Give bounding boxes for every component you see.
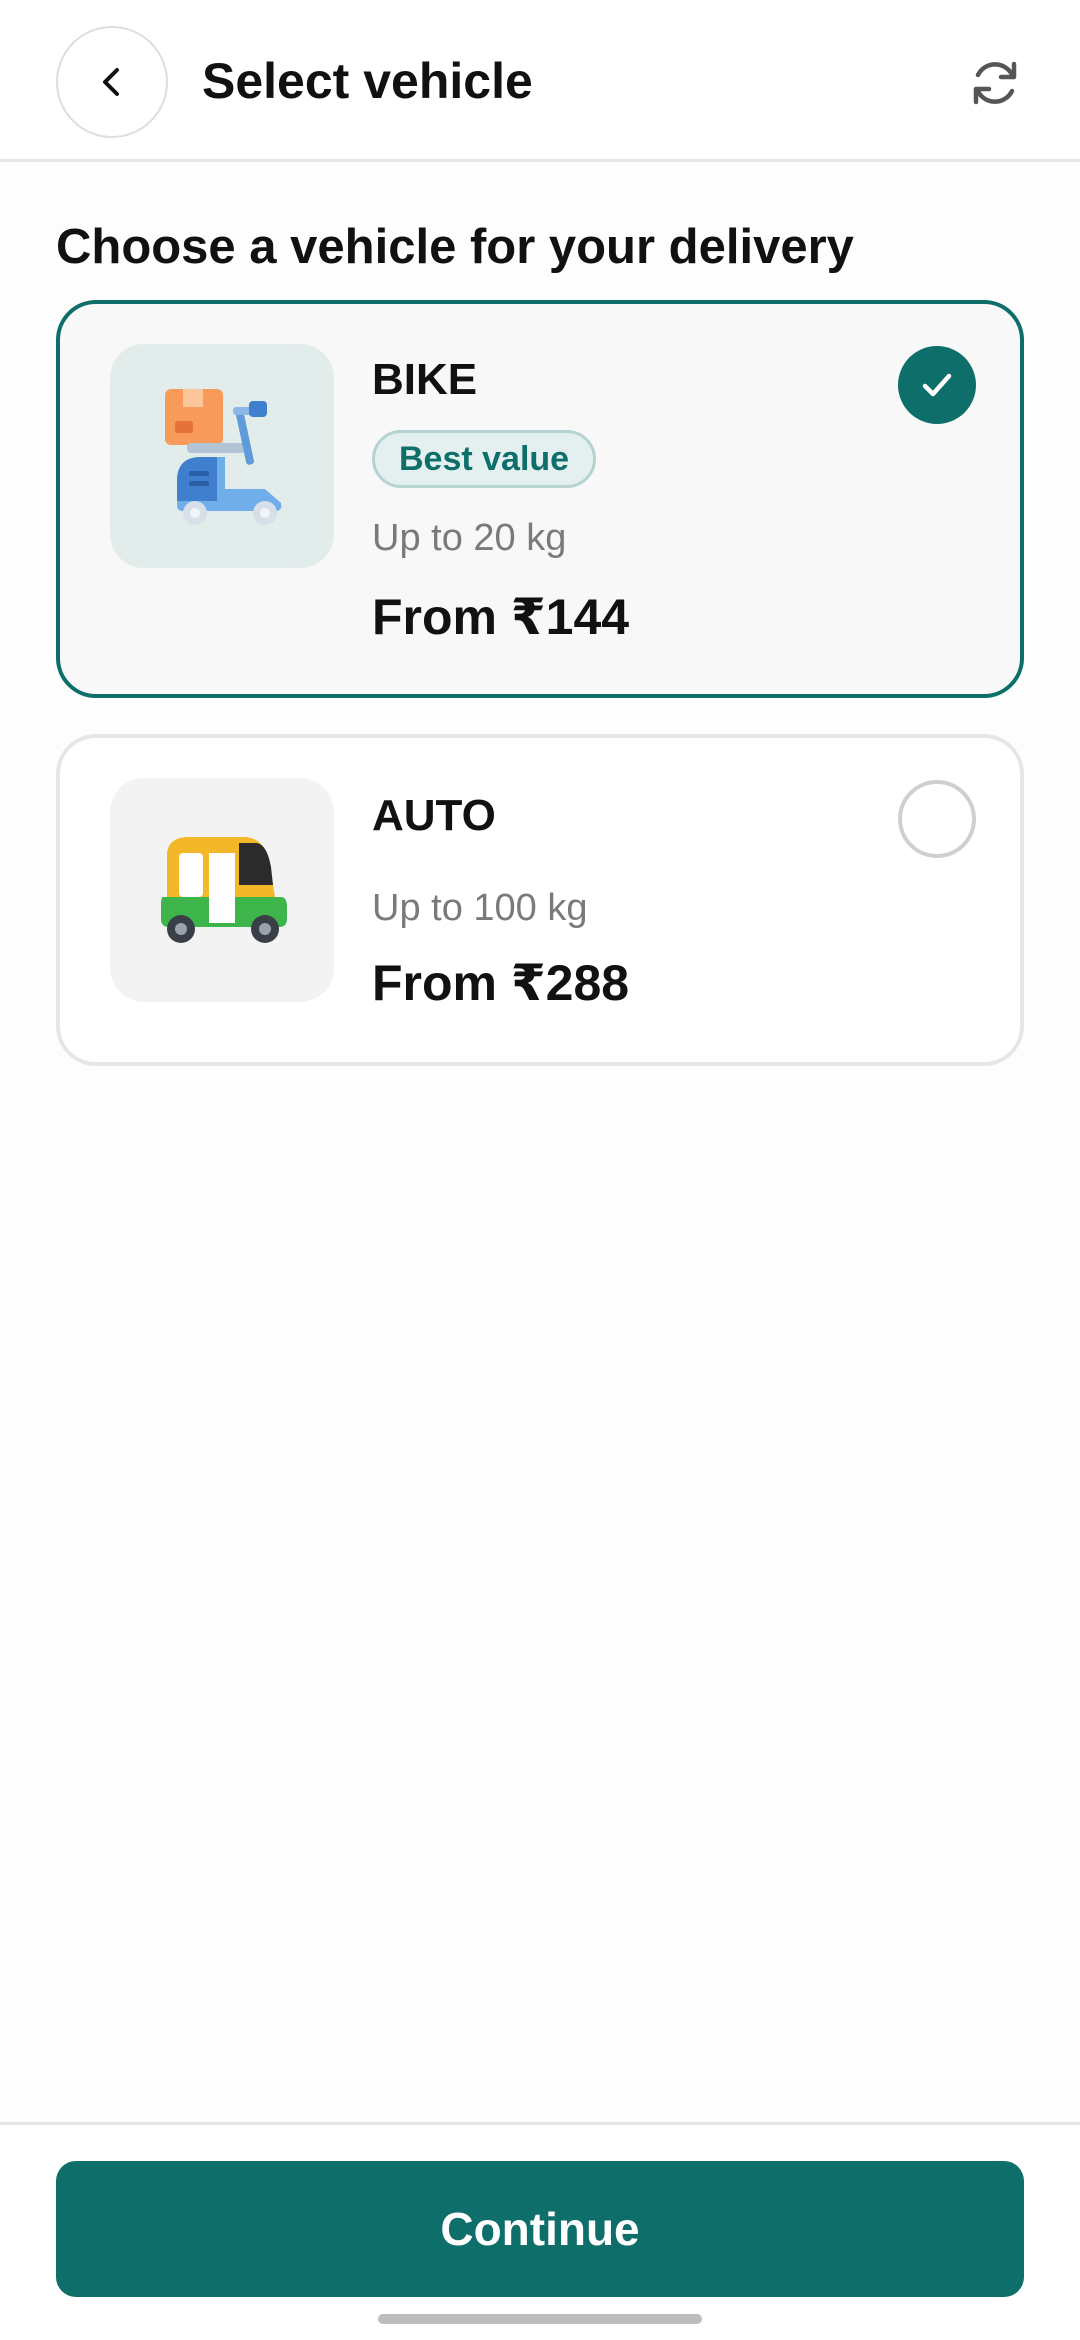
vehicle-name: AUTO bbox=[372, 791, 496, 840]
vehicle-card-auto[interactable]: AUTO Up to 100 kg From ₹288 bbox=[56, 734, 1024, 1066]
vehicle-name: BIKE bbox=[372, 355, 478, 404]
footer-bar: Continue bbox=[0, 2122, 1080, 2340]
page-title: Select vehicle bbox=[202, 53, 533, 109]
vehicle-price: From ₹288 bbox=[372, 955, 630, 1011]
vehicle-capacity: Up to 20 kg bbox=[372, 517, 567, 559]
back-button[interactable] bbox=[56, 26, 168, 138]
refresh-icon bbox=[973, 61, 1017, 105]
home-indicator bbox=[378, 2314, 702, 2324]
unselected-radio[interactable] bbox=[898, 780, 976, 858]
vehicle-thumbnail bbox=[110, 344, 334, 568]
section-title: Choose a vehicle for your delivery bbox=[56, 220, 854, 274]
auto-rickshaw-icon bbox=[161, 837, 287, 943]
continue-button[interactable]: Continue bbox=[56, 2161, 1024, 2297]
vehicle-thumbnail bbox=[110, 778, 334, 1002]
scooter-delivery-icon bbox=[165, 389, 282, 525]
best-value-badge: Best value bbox=[372, 430, 597, 488]
checkmark-icon bbox=[922, 373, 952, 397]
vehicle-price: From ₹144 bbox=[372, 589, 630, 645]
vehicle-capacity: Up to 100 kg bbox=[372, 887, 588, 929]
vehicle-card-bike[interactable]: BIKE Best value Up to 20 kg From ₹144 bbox=[56, 300, 1024, 698]
app-header: Select vehicle bbox=[0, 0, 1080, 162]
chevron-left-icon bbox=[103, 68, 119, 96]
selected-radio[interactable] bbox=[898, 346, 976, 424]
refresh-button[interactable] bbox=[960, 48, 1030, 118]
